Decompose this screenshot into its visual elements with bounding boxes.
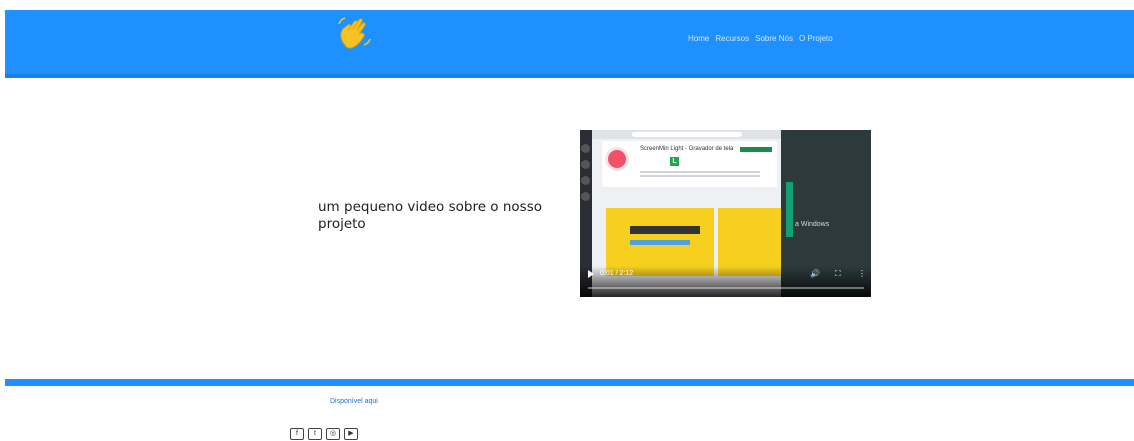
video-player[interactable]: ScreenMin Light - Gravador de tela L a W… [580,130,871,297]
nav-o-projeto[interactable]: O Projeto [799,34,833,43]
youtube-icon[interactable]: ▶ [344,428,358,440]
play-icon[interactable] [588,270,594,278]
nav-menu: Home Recursos Sobre Nós O Projeto [688,34,833,43]
intro-text: um pequeno video sobre o nosso projeto [318,199,542,232]
social-links: f t ◎ ▶ [290,428,358,440]
waving-hand-icon[interactable] [334,14,374,54]
navbar-shadow [5,74,1134,78]
instagram-icon[interactable]: ◎ [326,428,340,440]
nav-sobre-nos[interactable]: Sobre Nós [755,34,793,43]
video-frame-card: ScreenMin Light - Gravador de tela L [602,141,777,187]
facebook-icon[interactable]: f [290,428,304,440]
volume-icon[interactable]: 🔊 [810,269,820,278]
footer-bar [5,379,1134,386]
twitter-icon[interactable]: t [308,428,322,440]
nav-recursos[interactable]: Recursos [715,34,749,43]
page: Home Recursos Sobre Nós O Projeto um peq… [0,0,1134,441]
video-frame-letter: L [670,157,679,166]
navbar-background [5,10,1134,76]
video-frame-title: ScreenMin Light - Gravador de tela [640,146,734,152]
more-options-icon[interactable]: ⋮ [858,269,866,278]
nav-home[interactable]: Home [688,34,709,43]
video-progress-bar[interactable] [588,287,864,289]
video-frame-side-text: a Windows [795,221,830,228]
fullscreen-icon[interactable]: ⛶ [835,269,841,279]
video-frame-tabbar [592,130,781,139]
top-strip [0,0,1134,10]
video-time: 0:01 / 2:12 [600,270,634,277]
available-here-link[interactable]: Disponível aqui [330,398,378,405]
record-icon [608,150,626,168]
